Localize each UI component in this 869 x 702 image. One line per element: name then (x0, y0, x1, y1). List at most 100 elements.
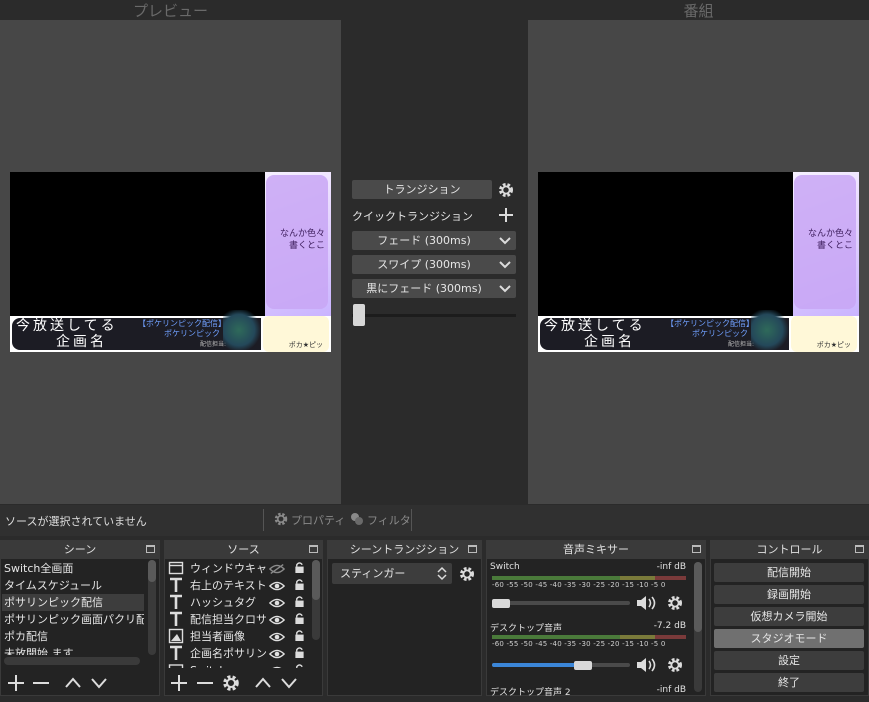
lock-icon[interactable] (294, 629, 305, 645)
volume-slider-track[interactable] (492, 601, 630, 605)
volume-slider-knob[interactable] (492, 599, 510, 608)
quick-transition-fade-to-black[interactable]: 黒にフェード (300ms) (352, 279, 516, 298)
scene-item[interactable]: ポサリンピック画面パクリ配信 (2, 611, 144, 628)
scene-transition-settings-gear-icon[interactable] (458, 565, 476, 583)
scene-item[interactable]: ポカ配信 (2, 628, 144, 645)
audio-mixer-title: 音声ミキサー (563, 543, 629, 556)
lock-icon[interactable] (294, 578, 305, 594)
source-properties-gear-icon[interactable] (221, 673, 241, 693)
lock-icon[interactable] (294, 595, 305, 611)
undock-icon[interactable] (692, 545, 701, 553)
transition-type-select[interactable]: スティンガー (332, 563, 452, 584)
source-item[interactable]: ウィンドウキャプ: (166, 560, 310, 577)
properties-gear-icon (274, 512, 288, 526)
program-deco-panel: なんか色々 書くとこ (793, 172, 859, 318)
scenes-hscrollbar[interactable] (4, 657, 140, 665)
undock-icon[interactable] (309, 545, 318, 553)
t-bar-track[interactable] (352, 314, 516, 317)
mixer-scrollbar[interactable] (694, 562, 702, 692)
source-item-label: 右上のテキスト (190, 579, 266, 592)
filters-icon (351, 513, 363, 525)
channel-settings-gear-icon[interactable] (666, 656, 684, 674)
lock-icon[interactable] (294, 561, 305, 577)
scene-item[interactable]: 未放開始 ます (2, 645, 144, 655)
source-item[interactable]: 右上のテキスト (166, 577, 310, 594)
studio-mode-button[interactable]: スタジオモード (714, 629, 864, 648)
t-bar-handle[interactable] (353, 304, 365, 326)
program-game-capture (538, 172, 793, 314)
scene-item[interactable]: Switch全画面 (2, 560, 144, 577)
program-subtitle: 企画名 (584, 334, 635, 350)
speaker-icon[interactable] (635, 656, 659, 674)
properties-button[interactable]: プロパティ (291, 512, 345, 528)
start-recording-button[interactable]: 録画開始 (714, 585, 864, 604)
scenes-title: シーン (63, 543, 97, 556)
character-image (751, 310, 791, 350)
eye-icon[interactable] (268, 597, 286, 611)
add-quick-transition-plus-icon[interactable] (498, 207, 514, 223)
chevron-down-icon (499, 285, 511, 293)
start-streaming-button[interactable]: 配信開始 (714, 563, 864, 582)
source-item[interactable]: 企画名ポサリン (166, 645, 310, 662)
chevron-down-icon (499, 261, 511, 269)
character-image (223, 310, 263, 350)
undock-icon[interactable] (855, 545, 864, 553)
spin-updown-icon (437, 566, 447, 581)
lock-icon[interactable] (294, 663, 305, 668)
quick-transition-swipe[interactable]: スワイプ (300ms) (352, 255, 516, 274)
mixer-channel-db: -inf dB (656, 685, 686, 695)
eye-icon[interactable] (269, 665, 285, 668)
remove-scene-minus-icon[interactable] (31, 673, 51, 693)
source-item[interactable]: 担当者画像 (166, 628, 310, 645)
add-scene-plus-icon[interactable] (6, 673, 26, 693)
volume-slider-knob[interactable] (574, 661, 592, 670)
source-move-up-chevron-icon[interactable] (253, 673, 273, 693)
lock-icon[interactable] (294, 646, 305, 662)
controls-title: コントロール (756, 543, 823, 556)
remove-source-minus-icon[interactable] (195, 673, 215, 693)
lock-icon[interactable] (294, 612, 305, 628)
preview-game-capture (10, 172, 265, 314)
preview-subtitle: 企画名 (56, 334, 107, 350)
scene-item[interactable]: タイムスケジュール (2, 577, 144, 594)
level-meter (492, 635, 686, 639)
move-up-chevron-icon[interactable] (63, 673, 83, 693)
channel-settings-gear-icon[interactable] (666, 594, 684, 612)
quick-transition-label: クイックトランジション (352, 210, 473, 223)
source-item-label: 企画名ポサリン (190, 647, 266, 660)
eye-icon[interactable] (268, 648, 286, 662)
undock-icon[interactable] (146, 545, 155, 553)
eye-hidden-icon[interactable] (268, 563, 286, 577)
preview-lower-third: 今放送してる 企画名 【ポケリンピック配信】 ポケリンピック 配信担当: ポカ★ピッ (10, 310, 331, 352)
scene-item-selected[interactable]: ポサリンピック配信 (2, 594, 144, 611)
undock-icon[interactable] (468, 545, 477, 553)
settings-button[interactable]: 設定 (714, 651, 864, 670)
chevron-down-icon (499, 237, 511, 245)
transition-button[interactable]: トランジション (352, 180, 492, 199)
scenes-scrollbar[interactable] (148, 560, 156, 655)
add-source-plus-icon[interactable] (169, 673, 189, 693)
eye-icon[interactable] (268, 631, 286, 645)
source-move-down-chevron-icon[interactable] (279, 673, 299, 693)
exit-button[interactable]: 終了 (714, 673, 864, 692)
sources-scrollbar[interactable] (312, 560, 320, 640)
quick-transition-fade[interactable]: フェード (300ms) (352, 231, 516, 250)
mixer-channel-name: Switch (490, 562, 520, 572)
preview-title: プレビュー (132, 2, 208, 20)
program-title: 番組 (683, 2, 714, 20)
text-icon (168, 594, 184, 611)
source-item[interactable]: ハッシュタグ (166, 594, 310, 611)
no-source-selected-label: ソースが選択されていません (5, 515, 147, 528)
transition-settings-gear-icon[interactable] (497, 181, 515, 199)
move-down-chevron-icon[interactable] (89, 673, 109, 693)
scene-transitions-title: シーントランジション (349, 543, 460, 556)
start-virtual-camera-button[interactable]: 仮想カメラ開始 (714, 607, 864, 626)
text-icon (168, 577, 184, 594)
mixer-channel-db: -inf dB (656, 562, 686, 572)
eye-icon[interactable] (268, 614, 286, 628)
filters-button[interactable]: フィルタ (367, 512, 411, 528)
source-item[interactable]: 配信担当クロサ (166, 611, 310, 628)
speaker-icon[interactable] (635, 594, 659, 612)
source-item[interactable]: Switch (166, 662, 310, 668)
eye-icon[interactable] (268, 580, 286, 594)
